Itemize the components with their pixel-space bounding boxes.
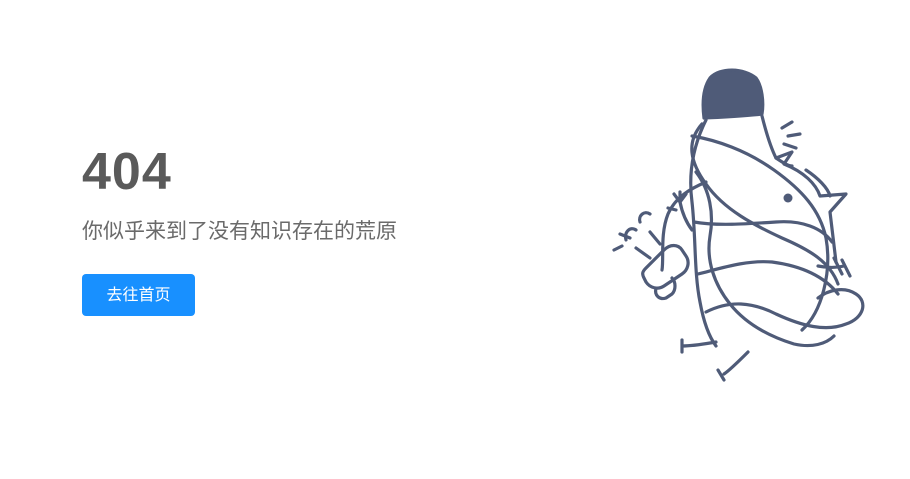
spark-lines bbox=[780, 120, 802, 150]
eye bbox=[783, 193, 793, 203]
cable-wrap-5 bbox=[704, 288, 865, 330]
error-content: 404 你似乎来到了没有知识存在的荒原 去往首页 bbox=[82, 140, 502, 316]
unplugged-character-illustration bbox=[612, 68, 865, 382]
error-message: 你似乎来到了没有知识存在的荒原 bbox=[82, 219, 397, 243]
cable-wrap-2 bbox=[690, 122, 840, 286]
plug-icon bbox=[612, 211, 690, 301]
left-arm bbox=[678, 200, 694, 232]
body-right-outline bbox=[760, 114, 848, 264]
body-outline bbox=[689, 118, 718, 348]
error-code: 404 bbox=[82, 143, 172, 201]
right-leg bbox=[716, 350, 750, 382]
cable-wrap-3 bbox=[692, 220, 834, 244]
cable-wrap-1 bbox=[690, 134, 830, 332]
cap-shape bbox=[701, 68, 765, 120]
left-leg bbox=[680, 338, 718, 354]
plug-cable bbox=[660, 180, 708, 272]
go-home-button[interactable]: 去往首页 bbox=[82, 274, 195, 316]
